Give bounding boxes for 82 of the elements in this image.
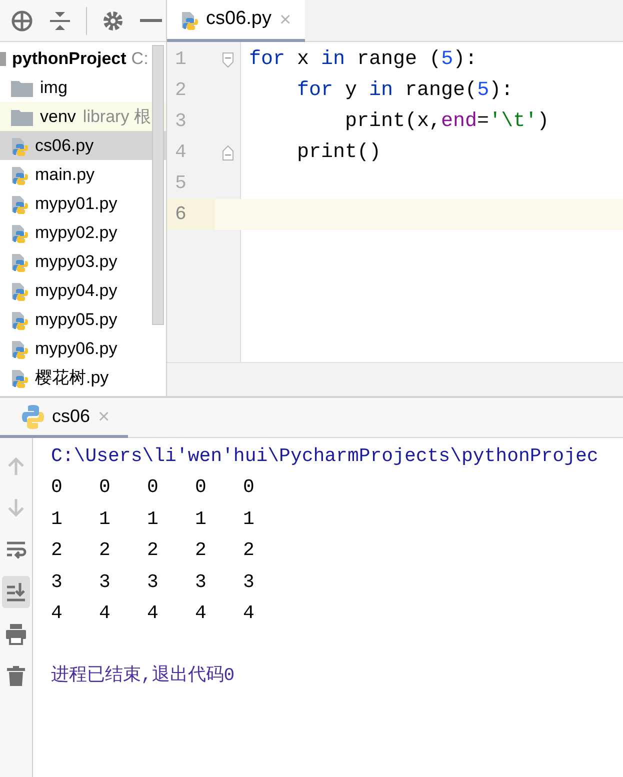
line-number: 2 [174,78,188,103]
output-value: 3 [99,570,112,594]
tree-item[interactable]: 樱花树.py [0,363,166,392]
fold-icon [222,52,234,68]
tree-item[interactable]: mypy05.py [0,305,166,334]
output-value: 4 [243,601,256,626]
path-hint: C: [131,48,148,70]
output-value: 0 [99,475,112,500]
print-icon [5,623,27,645]
output-value: 1 [243,506,256,532]
soft-wrap-icon [5,539,27,561]
python-file-icon [11,194,28,214]
scroll-to-end-icon [5,581,27,603]
settings-button[interactable] [101,8,125,32]
output-value: 0 [147,475,160,500]
tree-label: pythonProject [12,48,126,70]
python-file-icon [11,368,28,388]
locate-icon [11,10,33,32]
output-value: 0 [195,475,208,500]
output-value: 4 [51,601,64,626]
python-file-icon [11,222,28,242]
output-value: 1 [99,506,112,532]
output-value: 3 [195,570,208,594]
output-value: 2 [51,538,64,563]
code-line: print(x,end='\t') [344,108,550,134]
line-number: 6 [167,199,215,230]
collapse-icon [49,10,71,32]
tree-item[interactable]: main.py [0,160,166,189]
tree-item[interactable]: venv library 根 [0,102,166,131]
code-line: for x in range (5): [248,46,478,72]
down-arrow-icon [5,497,27,519]
output-value: 0 [243,475,256,500]
tree-item[interactable]: mypy04.py [0,276,166,305]
output-value: 3 [51,570,64,594]
expanded-marker-icon [0,52,6,66]
tree-item[interactable]: mypy06.py [0,334,166,363]
tree-item[interactable]: mypy01.py [0,189,166,218]
python-logo-icon [22,404,44,430]
python-file-icon [11,280,28,300]
exit-message: 进程已结束,退出代码0 [51,664,235,688]
output-value: 1 [195,506,208,532]
line-number: 4 [174,140,188,165]
scrollbar[interactable] [152,45,164,325]
folder-icon [11,78,33,96]
trash-icon [5,665,27,687]
output-value: 4 [99,601,112,626]
output-value: 2 [243,538,256,563]
output-value: 0 [51,475,64,500]
output-value: 3 [147,570,160,594]
folder-icon [11,108,33,126]
output-value: 2 [99,538,112,563]
code-line: print() [296,140,382,166]
code-line: for y in range(5): [296,78,514,104]
tree-item[interactable]: img [0,73,166,102]
editor-tab[interactable]: cs06.py × [167,0,306,42]
library-hint: library 根 [82,106,151,128]
command-line: C:\Users\li'wen'hui\PycharmProjects\pythonProjec [51,444,598,468]
python-file-icon [11,310,28,330]
python-file-icon [11,252,28,272]
output-value: 4 [147,601,160,626]
line-number: 5 [174,171,188,196]
python-file-icon [11,164,28,184]
output-value: 1 [51,506,64,532]
tree-item[interactable]: mypy02.py [0,218,166,247]
output-value: 4 [195,601,208,626]
output-value: 3 [243,570,256,594]
python-file-icon [11,338,28,358]
scroll-to-end-button[interactable] [2,576,30,608]
locate-button[interactable] [10,8,34,32]
output-value: 1 [147,506,160,532]
tree-label: venv [40,106,76,128]
tab-label: cs06.py [206,7,272,32]
line-number: 3 [174,109,188,134]
tree-item[interactable]: mypy03.py [0,247,166,276]
settings-icon [102,10,124,32]
tree-item[interactable]: cs06.py [0,131,166,160]
python-file-icon [11,136,28,156]
line-number: 1 [174,47,188,72]
output-value: 2 [195,538,208,563]
output-value: 2 [147,538,160,563]
python-file-icon [181,10,198,30]
minimize-icon [140,19,162,22]
